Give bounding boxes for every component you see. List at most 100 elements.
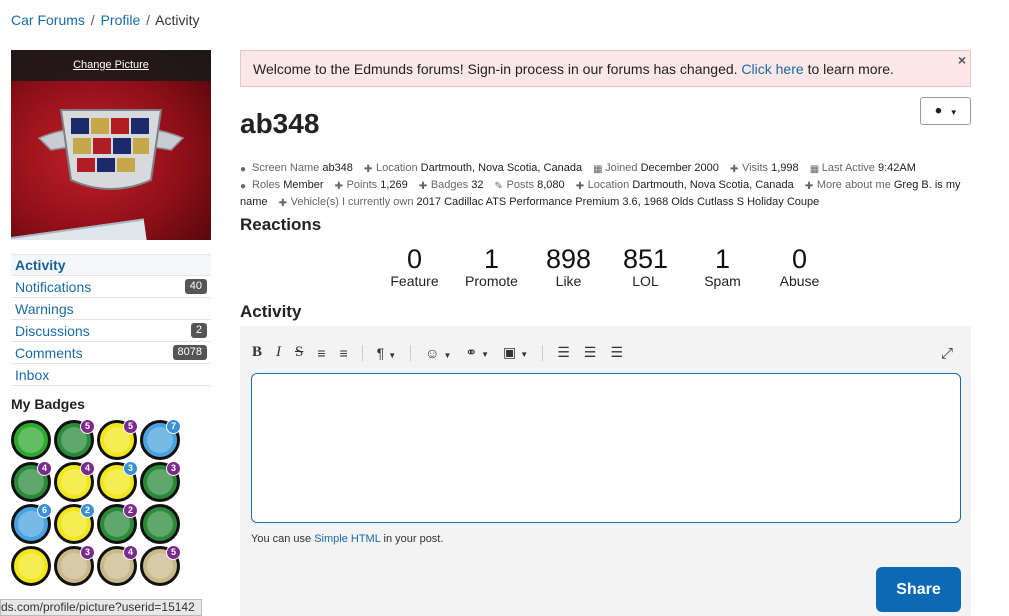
smiley-badge-icon[interactable]	[11, 546, 51, 586]
smiley-badge-icon[interactable]: 2	[54, 503, 95, 544]
badge-level: 5	[80, 419, 95, 434]
thumbs-up-badge-icon[interactable]	[140, 504, 180, 544]
meta-label: Visits	[741, 162, 769, 174]
meta-points: 1,269	[380, 179, 408, 191]
calendar-icon: ▦	[809, 164, 820, 175]
meta-roles: Member	[283, 179, 324, 191]
user-icon: ●	[240, 164, 247, 175]
thumbs-up-badge-icon[interactable]: 2	[97, 503, 138, 544]
bold-icon[interactable]: B	[252, 344, 262, 361]
side-nav-item-inbox[interactable]: Inbox	[11, 364, 211, 386]
badges-grid: 5 5 7 4 4 3 3 6 2 2 3 4 5	[11, 419, 191, 586]
badge-level: 3	[123, 461, 138, 476]
meta-label: Posts	[506, 179, 535, 191]
ordered-list-icon[interactable]: ≡	[317, 345, 325, 361]
emoji-icon[interactable]: ☺ ▼	[425, 345, 451, 361]
profile-meta: ● Screen Name ab348 ✚ Location Dartmouth, …	[240, 160, 972, 211]
reactions-title: Reactions	[240, 215, 322, 234]
toolbar-divider	[542, 344, 544, 361]
italic-icon[interactable]: I	[276, 344, 281, 361]
side-nav-item-warnings[interactable]: Warnings	[11, 298, 211, 320]
side-nav-label: Comments	[15, 344, 83, 361]
profile-side-nav: Activity Notifications 40 Warnings Discu…	[11, 254, 211, 386]
cake-badge-icon[interactable]: 4	[97, 545, 138, 586]
smiley-badge-icon[interactable]: 3	[97, 461, 138, 502]
breadcrumb-separator: /	[90, 12, 95, 28]
meta-label: Last Active	[821, 162, 875, 174]
reaction-label: Promote	[465, 273, 518, 289]
activity-title: Activity	[240, 302, 302, 321]
thumbs-up-badge-icon[interactable]: 4	[11, 461, 52, 502]
plus-icon: ✚	[418, 181, 428, 192]
badge-symbol	[18, 553, 44, 579]
reaction-value: 851	[622, 244, 669, 274]
change-picture-link[interactable]: Change Picture	[11, 50, 211, 81]
comment-badge-icon[interactable]: 7	[140, 419, 181, 460]
strikethrough-icon[interactable]: S	[295, 344, 303, 361]
breadcrumb-profile[interactable]: Profile	[101, 12, 141, 28]
smiley-badge-icon[interactable]: 4	[54, 461, 95, 502]
reaction-promote: 1 Promote	[453, 246, 530, 290]
roles-icon: ●	[240, 181, 247, 192]
caret-down-icon: ▼	[520, 350, 529, 359]
meta-badges: 32	[471, 179, 484, 191]
badge-symbol	[18, 427, 44, 453]
profile-picture[interactable]: Change Picture	[11, 50, 211, 240]
simple-html-link[interactable]: Simple HTML	[314, 533, 380, 545]
badge-level: 5	[166, 545, 181, 560]
toolbar-divider	[361, 344, 363, 361]
meta-label: Points	[346, 179, 378, 191]
breadcrumb-current: Activity	[155, 12, 200, 28]
align-center-icon[interactable]: ☰	[584, 344, 597, 361]
badge-level: 4	[80, 461, 95, 476]
thumbs-up-badge-icon[interactable]: 5	[54, 419, 95, 460]
alert-text-after: to learn more.	[807, 61, 894, 77]
plus-icon: ✚	[278, 198, 287, 209]
activity-editor-panel: B I S ≡ ≡ ¶ ▼ ☺ ▼ ⚭ ▼ ▣ ▼ ☰ ☰ ☰ ⤢ You can us…	[240, 326, 971, 616]
user-options-dropdown[interactable]: ⚫ ▼	[920, 97, 971, 125]
alert-click-here-link[interactable]: Click here	[741, 61, 803, 77]
side-nav-item-activity[interactable]: Activity	[11, 254, 211, 276]
side-nav-item-discussions[interactable]: Discussions 2	[11, 320, 211, 342]
toolbar-divider	[410, 344, 412, 361]
check-badge-icon[interactable]	[11, 420, 51, 460]
badge-level: 3	[166, 461, 181, 476]
thumbs-up-badge-icon[interactable]: 3	[140, 461, 181, 502]
expand-icon[interactable]: ⤢	[941, 345, 953, 362]
count-badge: 40	[184, 279, 207, 294]
breadcrumb-car-forums[interactable]: Car Forums	[11, 12, 85, 28]
paragraph-format-icon[interactable]: ¶ ▼	[377, 345, 396, 361]
reaction-label: Like	[555, 273, 582, 289]
meta-label: Location	[375, 162, 418, 174]
comment-badge-icon[interactable]: 6	[11, 503, 52, 544]
caret-down-icon: ▼	[481, 350, 490, 359]
plus-icon: ✚	[804, 181, 814, 192]
meta-visits: 1,998	[771, 162, 799, 174]
reaction-label: LOL	[632, 273, 659, 289]
reaction-label: Spam	[704, 273, 741, 289]
badge-level: 2	[80, 503, 95, 518]
link-icon[interactable]: ⚭ ▼	[465, 344, 489, 361]
side-nav-item-notifications[interactable]: Notifications 40	[11, 276, 211, 298]
plus-icon: ✚	[363, 164, 373, 175]
align-left-icon[interactable]: ☰	[557, 344, 570, 361]
reaction-label: Abuse	[779, 273, 820, 289]
side-nav-item-comments[interactable]: Comments 8078	[11, 342, 211, 364]
close-icon[interactable]: ×	[958, 52, 966, 68]
count-badge: 8078	[172, 345, 207, 360]
badge-level: 7	[166, 419, 181, 434]
caret-down-icon: ▼	[388, 350, 397, 360]
cake-badge-icon[interactable]: 3	[54, 545, 95, 586]
hint-text-after: in your post.	[383, 533, 444, 545]
smiley-badge-icon[interactable]: 5	[97, 419, 138, 460]
unordered-list-icon[interactable]: ≡	[340, 345, 348, 361]
plus-icon: ✚	[729, 164, 739, 175]
align-right-icon[interactable]: ☰	[610, 344, 623, 361]
side-nav-label: Activity	[15, 257, 66, 273]
share-button[interactable]: Share	[876, 567, 961, 612]
activity-post-input[interactable]	[251, 373, 961, 523]
image-icon[interactable]: ▣ ▼	[503, 344, 528, 361]
reaction-value: 1	[714, 244, 731, 274]
cake-badge-icon[interactable]: 5	[140, 545, 181, 586]
badge-level: 5	[123, 419, 138, 434]
